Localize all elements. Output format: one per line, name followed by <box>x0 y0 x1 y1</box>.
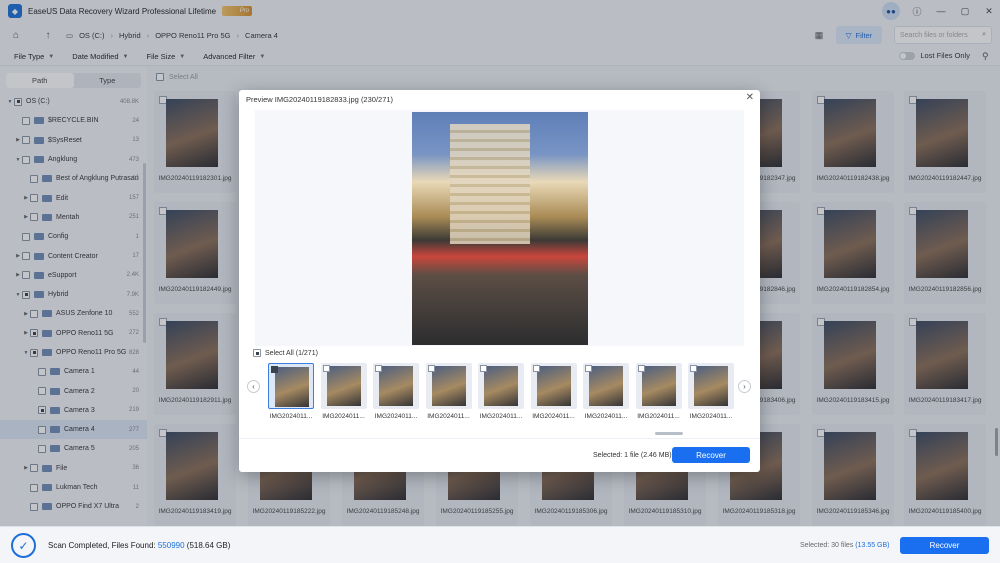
prev-arrow-icon[interactable]: ‹ <box>247 380 260 393</box>
strip-thumbnail-image <box>536 366 571 406</box>
strip-select-all[interactable]: Select All (1/271) <box>253 349 318 357</box>
strip-thumbnail-name: IMG2024011... <box>532 413 575 420</box>
strip-thumbnail-checkbox[interactable] <box>427 365 435 372</box>
next-arrow-icon[interactable]: › <box>738 380 751 393</box>
strip-thumbnail-name: IMG2024011... <box>689 413 733 420</box>
strip-thumbnail-image <box>589 366 623 406</box>
check-icon: ✓ <box>11 533 36 558</box>
preview-dialog: Preview IMG20240119182833.jpg (230/271) … <box>239 90 760 472</box>
strip-thumbnail-checkbox[interactable] <box>375 365 382 372</box>
strip-thumbnail-name: IMG2024011... <box>479 413 523 420</box>
scan-status: Scan Completed, Files Found: 550990 (518… <box>48 541 230 550</box>
divider <box>239 438 760 439</box>
strip-thumbnail-checkbox[interactable] <box>271 366 278 373</box>
strip-thumbnail-name: IMG2024011... <box>637 413 680 420</box>
strip-thumbnail[interactable] <box>583 363 629 409</box>
dialog-recover-button[interactable]: Recover <box>672 447 750 463</box>
strip-thumbnail-image <box>379 366 413 406</box>
strip-scrollbar[interactable] <box>655 432 683 435</box>
strip-thumbnail-image <box>484 366 518 406</box>
strip-thumbnail[interactable] <box>320 363 367 409</box>
selected-size: (13.55 GB) <box>855 542 890 549</box>
strip-thumbnail-checkbox[interactable] <box>532 365 540 372</box>
strip-thumbnail-checkbox[interactable] <box>322 365 330 372</box>
strip-thumbnail[interactable] <box>268 363 314 409</box>
selected-summary: Selected: 30 files (13.55 GB) <box>800 542 890 549</box>
dialog-selected-info: Selected: 1 file (2.46 MB) <box>593 452 672 459</box>
selected-count: Selected: 30 files <box>800 542 854 549</box>
preview-image <box>412 112 588 345</box>
strip-thumbnail[interactable] <box>373 363 419 409</box>
preview-area <box>255 110 744 346</box>
strip-thumbnail-name: IMG2024011... <box>269 413 313 420</box>
strip-thumbnail-name: IMG2024011... <box>584 413 628 420</box>
strip-select-all-checkbox[interactable] <box>253 349 261 357</box>
strip-thumbnail[interactable] <box>530 363 577 409</box>
strip-thumbnail-name: IMG2024011... <box>427 413 470 420</box>
strip-thumbnail-checkbox[interactable] <box>637 365 645 372</box>
strip-thumbnail-name: IMG2024011... <box>322 413 365 420</box>
strip-thumbnail-image <box>641 366 676 406</box>
close-icon[interactable]: ✕ <box>746 92 754 103</box>
strip-thumbnail[interactable] <box>425 363 472 409</box>
total-size: (518.64 GB) <box>186 541 231 550</box>
strip-thumbnail-checkbox[interactable] <box>690 365 697 372</box>
strip-thumbnail[interactable] <box>478 363 524 409</box>
strip-thumbnail-checkbox[interactable] <box>585 365 592 372</box>
strip-thumbnail-image <box>326 366 361 406</box>
strip-select-all-label: Select All (1/271) <box>265 349 318 357</box>
strip-thumbnail-image <box>694 366 728 406</box>
strip-thumbnail-name: IMG2024011... <box>374 413 418 420</box>
scan-status-prefix: Scan Completed, Files Found: <box>48 541 156 550</box>
strip-thumbnail[interactable] <box>688 363 734 409</box>
recover-button[interactable]: Recover <box>900 537 989 554</box>
strip-thumbnail-image <box>275 367 309 407</box>
dialog-title: Preview IMG20240119182833.jpg (230/271) <box>246 95 394 104</box>
strip-thumbnail-image <box>431 366 466 406</box>
strip-thumbnail[interactable] <box>635 363 682 409</box>
strip-thumbnail-checkbox[interactable] <box>480 365 487 372</box>
files-found-count: 550990 <box>157 541 185 550</box>
status-bar: ✓ Scan Completed, Files Found: 550990 (5… <box>0 526 1000 563</box>
